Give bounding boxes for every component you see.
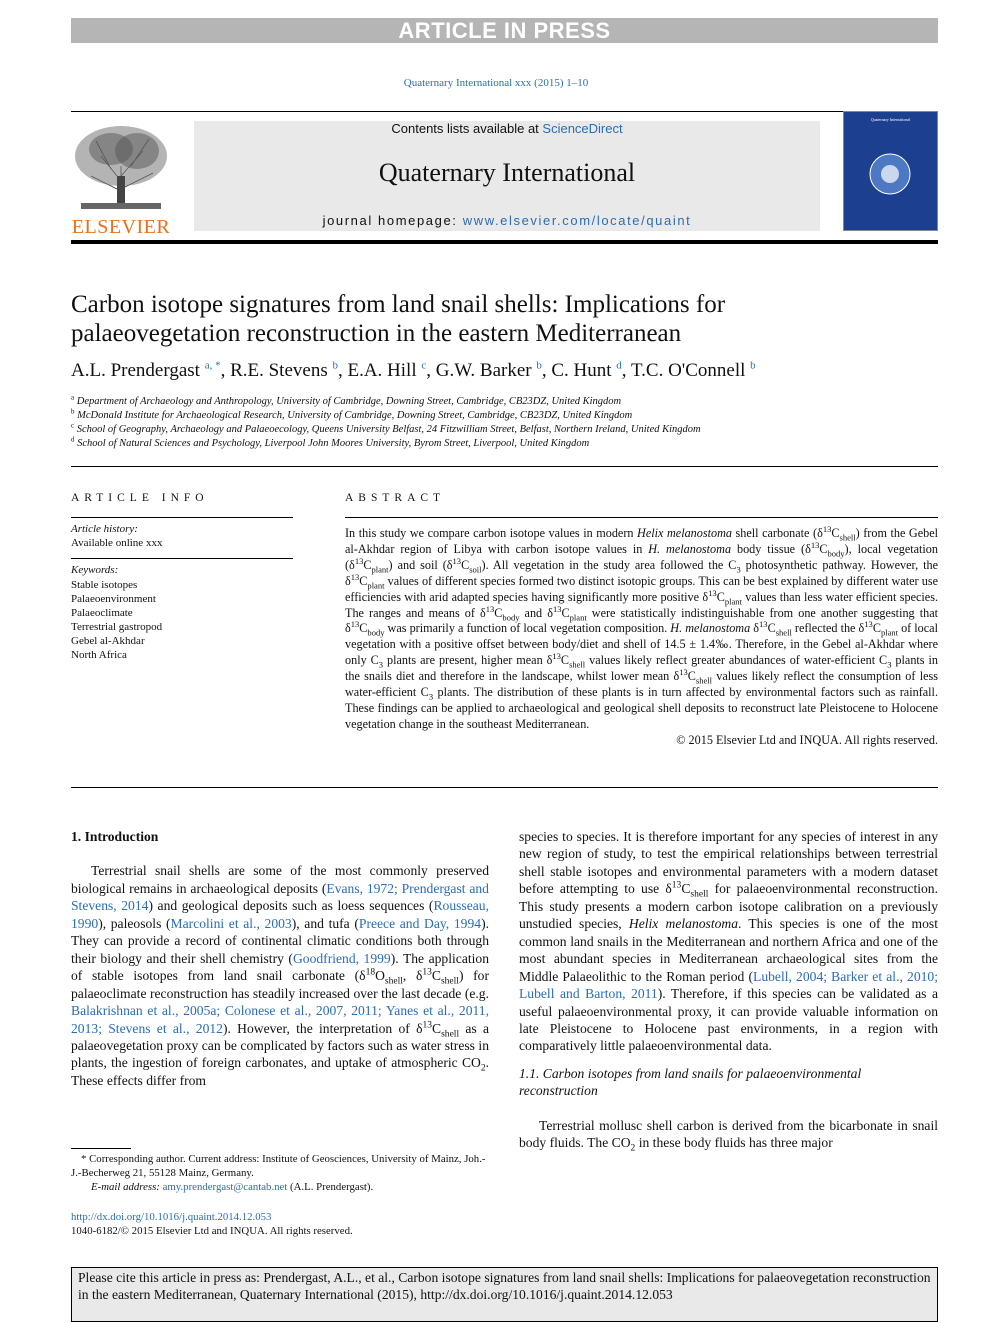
journal-cover-thumbnail: Quaternary International (843, 111, 938, 231)
left-column: 1. Introduction Terrestrial snail shells… (71, 828, 489, 1089)
corresponding-author-note: * Corresponding author. Current address:… (71, 1153, 486, 1179)
keyword: Palaeoenvironment (71, 593, 156, 605)
footnotes: * Corresponding author. Current address:… (71, 1152, 489, 1238)
article-in-press-banner: ARTICLE IN PRESS (71, 18, 938, 43)
citation-link[interactable]: Lubell, 2004; Barker et al., 2010; Lubel… (519, 969, 938, 1001)
footnote-rule (71, 1148, 131, 1149)
issn-copyright: 1040-6182/© 2015 Elsevier Ltd and INQUA.… (71, 1225, 353, 1237)
contents-line: Contents lists available at ScienceDirec… (194, 121, 820, 137)
citation-box: Please cite this article in press as: Pr… (71, 1267, 938, 1322)
intro-paragraph: species to species. It is therefore impo… (519, 829, 938, 1054)
citation-link[interactable]: Preece and Day, 1994 (359, 916, 481, 931)
section-paragraph: Terrestrial mollusc shell carbon is deri… (519, 1117, 938, 1154)
header-divider (71, 240, 938, 244)
homepage-line: journal homepage: www.elsevier.com/locat… (194, 213, 820, 228)
email-link[interactable]: amy.prendergast@cantab.net (163, 1181, 288, 1193)
article-title: Carbon isotope signatures from land snai… (71, 291, 726, 347)
journal-header: Contents lists available at ScienceDirec… (194, 121, 820, 231)
history-value: Available online xxx (71, 537, 163, 549)
citation-link[interactable]: Evans, 1972; Prendergast and Stevens, 20… (71, 881, 489, 913)
affiliation-c: c School of Geography, Archaeology and P… (71, 421, 701, 435)
journal-title: Quaternary International (378, 158, 636, 187)
affiliations: a Department of Archaeology and Anthropo… (71, 393, 701, 451)
journal-reference-link[interactable]: Quaternary International xxx (2015) 1–10 (0, 77, 992, 89)
abstract-heading: ABSTRACT (345, 492, 446, 504)
keyword: Gebel al-Akhdar (71, 635, 145, 647)
affiliation-d: d School of Natural Sciences and Psychol… (71, 435, 590, 449)
author-list: A.L. Prendergast a, *, R.E. Stevens b, E… (71, 359, 756, 381)
email-label: E-mail address: (91, 1181, 163, 1193)
divider (71, 466, 938, 467)
keywords-label: Keywords: (71, 564, 119, 576)
keyword: Terrestrial gastropod (71, 621, 163, 633)
intro-paragraph: Terrestrial snail shells are some of the… (71, 863, 490, 1088)
copyright: © 2015 Elsevier Ltd and INQUA. All right… (676, 732, 938, 747)
contents-prefix: Contents lists available at (391, 121, 543, 136)
citation-link[interactable]: Marcolini et al., 2003 (171, 916, 292, 931)
divider (71, 787, 938, 788)
citation-link[interactable]: Goodfriend, 1999 (293, 951, 391, 966)
article-info: ARTICLE INFO Article history: Available … (71, 492, 293, 662)
doi-link[interactable]: http://dx.doi.org/10.1016/j.quaint.2014.… (71, 1210, 489, 1224)
abstract-text: In this study we compare carbon isotope … (345, 523, 939, 731)
sciencedirect-link[interactable]: ScienceDirect (542, 121, 622, 136)
history-label: Article history: (71, 523, 138, 535)
homepage-link[interactable]: www.elsevier.com/locate/quaint (463, 213, 692, 228)
email-suffix: (A.L. Prendergast). (287, 1181, 374, 1193)
right-column: species to species. It is therefore impo… (519, 828, 938, 1154)
abstract: ABSTRACT In this study we compare carbon… (345, 492, 938, 748)
cover-emblem-icon (869, 153, 911, 195)
keyword: Stable isotopes (71, 579, 138, 591)
keyword: North Africa (71, 649, 127, 661)
elsevier-tree-icon (71, 121, 171, 211)
homepage-prefix: journal homepage: (322, 213, 463, 228)
divider (71, 111, 938, 112)
subsection-heading: 1.1. Carbon isotopes from land snails fo… (519, 1065, 862, 1099)
affiliation-a: a Department of Archaeology and Anthropo… (71, 393, 622, 407)
keyword: Palaeoclimate (71, 607, 133, 619)
section-heading: 1. Introduction (71, 829, 159, 844)
article-info-heading: ARTICLE INFO (71, 492, 209, 504)
elsevier-logo: ELSEVIER (71, 121, 171, 238)
affiliation-b: b McDonald Institute for Archaeological … (71, 407, 633, 421)
elsevier-wordmark: ELSEVIER (71, 216, 171, 238)
